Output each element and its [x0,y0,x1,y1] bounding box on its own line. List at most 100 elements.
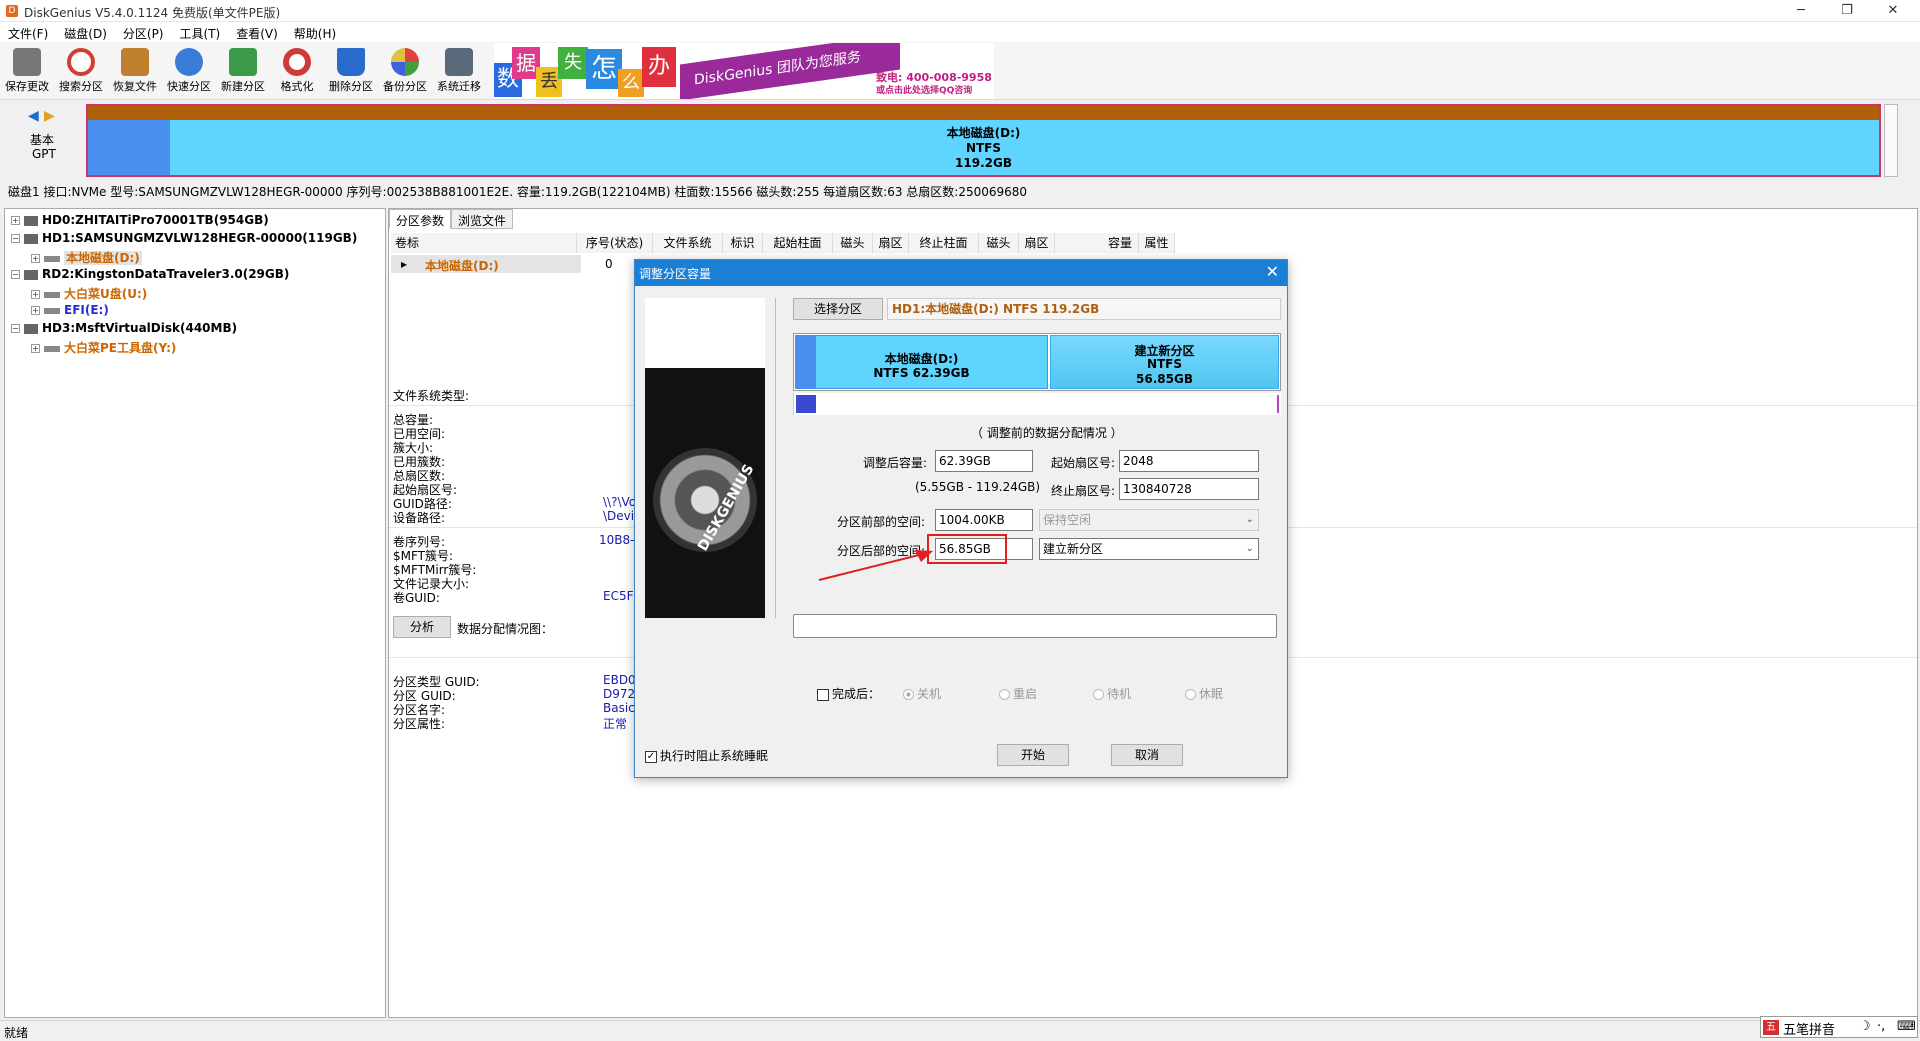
tree-disk-rd2[interactable]: − RD2:KingstonDataTraveler3.0(29GB) [11,267,289,281]
dialog-close-icon[interactable]: ✕ [1266,262,1279,281]
col-header[interactable]: 扇区 [1019,233,1055,253]
ime-toolbar[interactable]: 五 五笔拼音 ☽ ·, ⌨ [1760,1016,1918,1038]
collapse-icon[interactable]: − [11,270,20,279]
col-header[interactable]: 属性 [1139,233,1175,253]
fs-type-label: 文件系统类型: [393,389,470,403]
ime-logo-icon: 五 [1763,1020,1779,1035]
menu-view[interactable]: 查看(V) [228,22,286,42]
col-header[interactable]: 标识 [723,233,763,253]
tree-disk-hd3[interactable]: − HD3:MsftVirtualDisk(440MB) [11,321,237,335]
before-space-input[interactable]: 1004.00KB [935,509,1033,531]
expand-icon[interactable]: + [31,290,40,299]
expand-icon[interactable]: + [11,216,20,225]
recover-file-button[interactable]: 恢复文件 [108,46,162,98]
start-sector-label: 起始扇区号: [1051,456,1116,470]
restore-icon[interactable]: ❐ [1824,0,1870,22]
tab-browse-files[interactable]: 浏览文件 [451,209,514,229]
disk-map-scrollbar[interactable] [1884,104,1898,177]
col-header[interactable]: 容量 [1055,233,1139,253]
before-space-select: 保持空闲 ⌄ [1039,509,1259,531]
search-partition-button[interactable]: 搜索分区 [54,46,108,98]
after-space-select[interactable]: 建立新分区 ⌄ [1039,538,1259,560]
col-header[interactable]: 扇区 [873,233,909,253]
end-sector-label: 终止扇区号: [1051,484,1116,498]
nav-back-icon[interactable]: ◀ [28,108,39,124]
col-header[interactable]: 序号(状态) [577,233,653,253]
start-sector-input[interactable]: 2048 [1119,450,1259,472]
after-size-input[interactable]: 62.39GB [935,450,1033,472]
partition-right-block[interactable]: 建立新分区 NTFS 56.85GB [1050,335,1279,389]
disk-icon [24,323,38,334]
detail-value: D972 [603,687,636,701]
title-bar: D DiskGenius V5.4.0.1124 免费版(单文件PE版) ─ ❐… [0,0,1920,22]
radio-shutdown: 关机 [903,685,941,702]
expand-icon[interactable]: + [31,254,40,263]
advert-banner[interactable]: 数 据 丢 失 怎 么 办 DiskGenius 团队为您服务 致电: 400-… [494,43,994,99]
col-header[interactable]: 磁头 [979,233,1019,253]
col-header[interactable]: 磁头 [833,233,873,253]
disk-style: GPT [32,147,56,161]
tree-partition-e[interactable]: + EFI(E:) [31,303,109,317]
keyboard-icon[interactable]: ⌨ [1897,1019,1916,1034]
menu-tools[interactable]: 工具(T) [172,22,229,42]
after-done-checkbox[interactable]: 完成后： [817,685,880,702]
banner-char: 怎 [586,49,622,89]
expand-icon[interactable]: + [31,306,40,315]
punctuation-icon[interactable]: ·, [1877,1019,1885,1034]
nav-forward-icon[interactable]: ▶ [44,108,55,124]
detail-label: 设备路径: [393,511,446,525]
delete-partition-button[interactable]: 删除分区 [324,46,378,98]
radio-icon [999,689,1010,700]
menu-help[interactable]: 帮助(H) [286,22,344,42]
quick-partition-icon [175,48,203,76]
menu-partition[interactable]: 分区(P) [115,22,172,42]
tree-disk-hd0[interactable]: + HD0:ZHITAITiPro70001TB(954GB) [11,213,269,227]
end-sector-input[interactable]: 130840728 [1119,478,1259,500]
partition-bar[interactable]: 本地磁盘(D:) NTFS 119.2GB [86,104,1881,177]
row-index: 0 [605,257,613,271]
new-partition-button[interactable]: 新建分区 [216,46,270,98]
minimize-icon[interactable]: ─ [1778,0,1824,22]
partition-left-block[interactable]: 本地磁盘(D:) NTFS 62.39GB [795,335,1048,389]
system-migrate-button[interactable]: 系统迁移 [432,46,486,98]
partition-right-fs: NTFS [1146,357,1183,371]
save-changes-button[interactable]: 保存更改 [0,46,54,98]
menu-file[interactable]: 文件(F) [0,22,56,42]
close-icon[interactable]: ✕ [1870,0,1916,22]
tree-partition-d[interactable]: + 本地磁盘(D:) [31,249,142,266]
selected-partition-display: HD1:本地磁盘(D:) NTFS 119.2GB [887,298,1281,320]
collapse-icon[interactable]: − [11,324,20,333]
start-button[interactable]: 开始 [997,744,1069,766]
radio-hibernate: 休眠 [1185,685,1223,702]
tab-partition-params[interactable]: 分区参数 [389,209,452,229]
col-header[interactable]: 终止柱面 [909,233,979,253]
collapse-icon[interactable]: − [11,234,20,243]
menu-disk[interactable]: 磁盘(D) [56,22,115,42]
ime-label: 五笔拼音 [1783,1023,1836,1038]
cancel-button[interactable]: 取消 [1111,744,1183,766]
col-header[interactable]: 文件系统 [653,233,723,253]
col-header[interactable]: 起始柱面 [763,233,833,253]
progress-bar [793,614,1277,638]
prevent-sleep-checkbox[interactable]: ✓ 执行时阻止系统睡眠 [645,747,768,764]
system-migrate-icon [445,48,473,76]
detail-value: 正常 [603,717,628,731]
select-partition-button[interactable]: 选择分区 [793,298,883,320]
quick-partition-button[interactable]: 快速分区 [162,46,216,98]
format-button[interactable]: 格式化 [270,46,324,98]
half-width-icon[interactable]: ☽ [1859,1019,1871,1034]
partition-icon [44,255,60,262]
expand-icon[interactable]: + [31,344,40,353]
tree-disk-hd1[interactable]: − HD1:SAMSUNGMZVLW128HEGR-00000(119GB) [11,231,357,245]
col-header[interactable]: 卷标 [391,233,577,253]
disk-tree: + HD0:ZHITAITiPro70001TB(954GB) − HD1:SAMS… [4,208,386,1018]
partition-resize-bar[interactable]: 本地磁盘(D:) NTFS 62.39GB 建立新分区 NTFS 56.85GB [793,333,1281,391]
analyze-button[interactable]: 分析 [393,616,451,638]
radio-restart: 重启 [999,685,1037,702]
backup-partition-button[interactable]: 备份分区 [378,46,432,98]
hard-disk-image: DISKGENIUS [645,298,765,618]
table-row[interactable]: ▸ 本地磁盘(D:) [391,255,581,273]
status-bar: 就绪 [0,1020,1920,1040]
tree-partition-y[interactable]: + 大白菜PE工具盘(Y:) [31,339,176,356]
tree-partition-u[interactable]: + 大白菜U盘(U:) [31,285,147,302]
